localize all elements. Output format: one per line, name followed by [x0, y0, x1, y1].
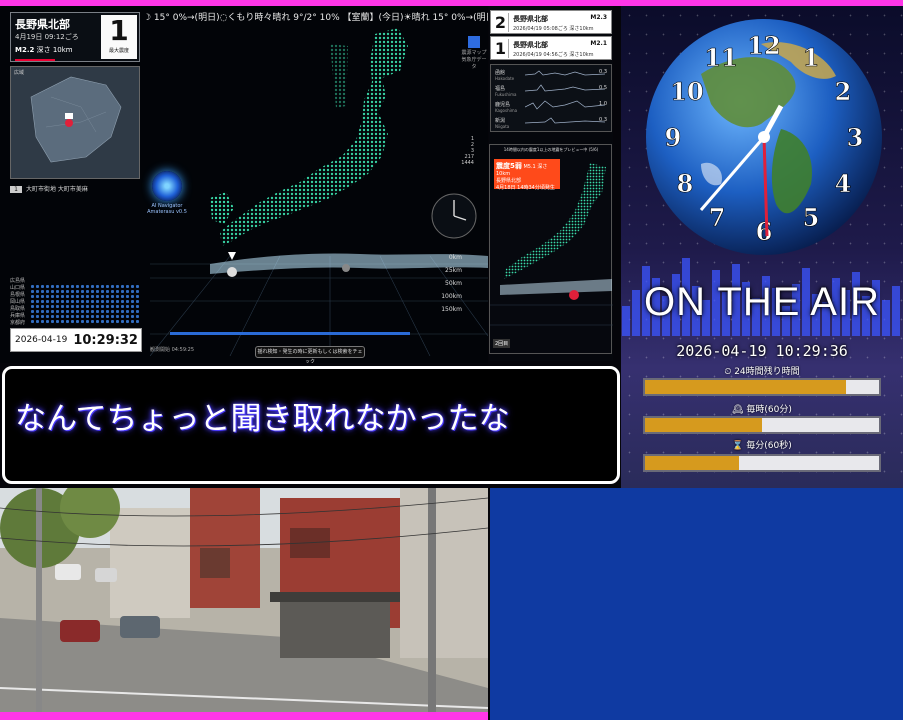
- depth-scale: 0km 25km 50km 100km 150km: [438, 251, 462, 316]
- map-legend: 震源マップ 気象庁データ: [460, 36, 488, 70]
- svg-text:9: 9: [665, 123, 682, 152]
- gauge-fill: [645, 456, 739, 470]
- preview-warning-loc: 長野県北部: [496, 178, 522, 184]
- bottom-accent-bar: [0, 712, 488, 720]
- prefecture-item: 岡山県: [10, 299, 26, 305]
- seismo-row: 福島 Fukushima 0.5: [495, 85, 607, 97]
- gauge-minute: [643, 454, 881, 472]
- prefecture-item: 広島県: [10, 278, 26, 284]
- history-time: 2026/04/19 04:56ごろ 深さ10km: [513, 52, 594, 58]
- station-count: 1444: [461, 160, 474, 166]
- on-air-clock-panel: 12 1 2 3 4 5 6 7 8 9 10 11 ON THE AIR 20…: [621, 6, 903, 488]
- history-magnitude: M2.1: [590, 40, 607, 47]
- preview-warning-title: 震度5弱: [496, 162, 522, 170]
- quake-magnitude: M2.2: [15, 46, 35, 54]
- screen: ☽ 15° 0%→(明日)◌くもり時々晴れ 9°/2° 10% 【室蘭】(今日)…: [0, 0, 903, 720]
- prefecture-item: 兵庫県: [10, 313, 26, 319]
- preview-warning-time: 4月18日 14時34分頃発生: [496, 185, 555, 191]
- region-name: 大町市街地 大町市美麻: [26, 186, 88, 193]
- gauge-label-day: ⏲ 24時間残り時間: [724, 367, 800, 377]
- ai-navigator[interactable]: AI Navigator Amaterasu v0.5: [146, 171, 188, 215]
- preview-badge: 2回目: [493, 339, 511, 348]
- history-card[interactable]: 1 長野県北部 M2.1 2026/04/19 04:56ごろ 深さ10km: [490, 36, 612, 60]
- prefecture-intensity-list: 広島県 山口県 島根県 岡山県 鳥取県 兵庫県 京都府: [10, 278, 25, 327]
- live-street-camera: [0, 488, 488, 720]
- region-index: 1: [10, 186, 22, 193]
- ai-version: Amaterasu v0.5: [147, 209, 187, 215]
- history-magnitude: M2.3: [590, 14, 607, 21]
- svg-text:8: 8: [677, 169, 694, 198]
- intensity-dot-grid: [30, 284, 140, 324]
- svg-text:4: 4: [835, 169, 852, 198]
- quake-accent-bar: [15, 59, 55, 61]
- preview-header: 14時間以内の震度1以上の地震をプレビュー中 (5/6): [503, 147, 599, 152]
- svg-text:2: 2: [835, 77, 852, 106]
- quake-time: 4月19日 09:12ごろ: [15, 33, 79, 41]
- earthquake-monitor-panel: ☽ 15° 0%→(明日)◌くもり時々晴れ 9°/2° 10% 【室蘭】(今日)…: [0, 6, 488, 363]
- svg-text:1: 1: [803, 43, 820, 72]
- clock-time: 10:29:32: [73, 332, 138, 348]
- quake-magnitude-depth: M2.2 深さ 10km: [15, 45, 73, 55]
- svg-text:11: 11: [704, 43, 737, 72]
- svg-text:3: 3: [847, 123, 864, 152]
- prefecture-item: 京都府: [10, 320, 26, 326]
- seismo-row: 鹿児島 Kagoshima 1.0: [495, 101, 607, 113]
- on-air-label: ON THE AIR: [644, 280, 880, 324]
- depth-label: 50km: [445, 280, 462, 287]
- svg-text:7: 7: [709, 203, 726, 232]
- seismograph-panel: 函館 Hakodate 0.3 福島 Fukushima 0.5 鹿児島 Kagoshim…: [490, 64, 612, 132]
- seismo-row: 新潟 Niigata 0.3: [495, 117, 607, 129]
- quake-preview-panel: 14時間以内の震度1以上の地震をプレビュー中 (5/6) 震度5弱 M5.1 深…: [489, 144, 613, 354]
- svg-text:5: 5: [803, 203, 820, 232]
- max-intensity-caption: 最大震度: [108, 48, 129, 54]
- max-intensity-value: 1: [109, 14, 129, 47]
- timestamp: 2026-04-19 10:29:36: [676, 342, 848, 360]
- max-intensity-box: 1 最大震度: [101, 15, 137, 59]
- gauge-hour: [643, 416, 881, 434]
- earth-clock: 12 1 2 3 4 5 6 7 8 9 10 11: [646, 19, 882, 255]
- quake-location: 長野県北部: [15, 18, 70, 31]
- weather-ticker: ☽ 15° 0%→(明日)◌くもり時々晴れ 9°/2° 10% 【室蘭】(今日)…: [143, 13, 488, 23]
- svg-text:10: 10: [670, 77, 703, 106]
- depth-label: 100km: [441, 293, 462, 300]
- prefecture-item: 山口県: [10, 285, 26, 291]
- region-list: 1 大町市街地 大町市美麻: [10, 184, 88, 193]
- history-location: 長野県北部: [513, 41, 548, 49]
- ai-orb-icon: [152, 171, 182, 201]
- depth-label: 0km: [448, 254, 462, 261]
- map-legend-text: 震源マップ 気象庁データ: [461, 50, 487, 70]
- check-button[interactable]: 揺れ検知・発生の時に更新もしくは検索をチェック: [255, 346, 365, 363]
- history-time: 2026/04/19 05:08ごろ 深さ10km: [513, 26, 594, 32]
- gauge-day: [643, 378, 881, 396]
- depth-label: 25km: [445, 267, 462, 274]
- preview-warning: 震度5弱 M5.1 深さ10km 長野県北部 4月18日 14時34分頃発生: [494, 159, 560, 191]
- observation-note: 観測開始 04:59:25: [150, 347, 195, 353]
- history-intensity: 1: [493, 39, 509, 58]
- svg-text:6: 6: [756, 217, 773, 246]
- map-legend-icon: [468, 36, 480, 48]
- prefecture-item: 鳥取県: [10, 306, 26, 312]
- blue-background-panel: [490, 488, 903, 720]
- subtitle-box: なんてちょっと聞き取れなかったな: [2, 366, 620, 484]
- subtitle-text: なんてちょっと聞き取れなかったな: [15, 401, 510, 437]
- clock-date: 2026-04-19: [15, 335, 68, 345]
- quake-depth: 深さ 10km: [36, 46, 73, 54]
- history-intensity: 2: [493, 13, 509, 32]
- epicenter-minimap: 広域: [10, 66, 140, 179]
- gauge-label-minute: ⌛ 毎分(60秒): [732, 441, 792, 451]
- gauge-fill: [645, 380, 847, 394]
- history-card[interactable]: 2 長野県北部 M2.3 2026/04/19 05:08ごろ 深さ10km: [490, 10, 612, 34]
- station-counts: 1 2 3 217 1444: [448, 136, 474, 166]
- latest-quake-card: 長野県北部 4月19日 09:12ごろ M2.2 深さ 10km 1 最大震度: [10, 12, 140, 62]
- history-location: 長野県北部: [513, 15, 548, 23]
- digital-clock: 2026-04-19 10:29:32: [10, 328, 142, 352]
- gauge-label-hour: 🕰 毎時(60分): [732, 405, 792, 415]
- minimap-label: 広域: [14, 70, 25, 76]
- depth-label: 150km: [441, 306, 462, 313]
- svg-text:12: 12: [747, 31, 780, 60]
- prefecture-item: 島根県: [10, 292, 26, 298]
- gauge-fill: [645, 418, 762, 432]
- seismo-row: 函館 Hakodate 0.3: [495, 69, 607, 81]
